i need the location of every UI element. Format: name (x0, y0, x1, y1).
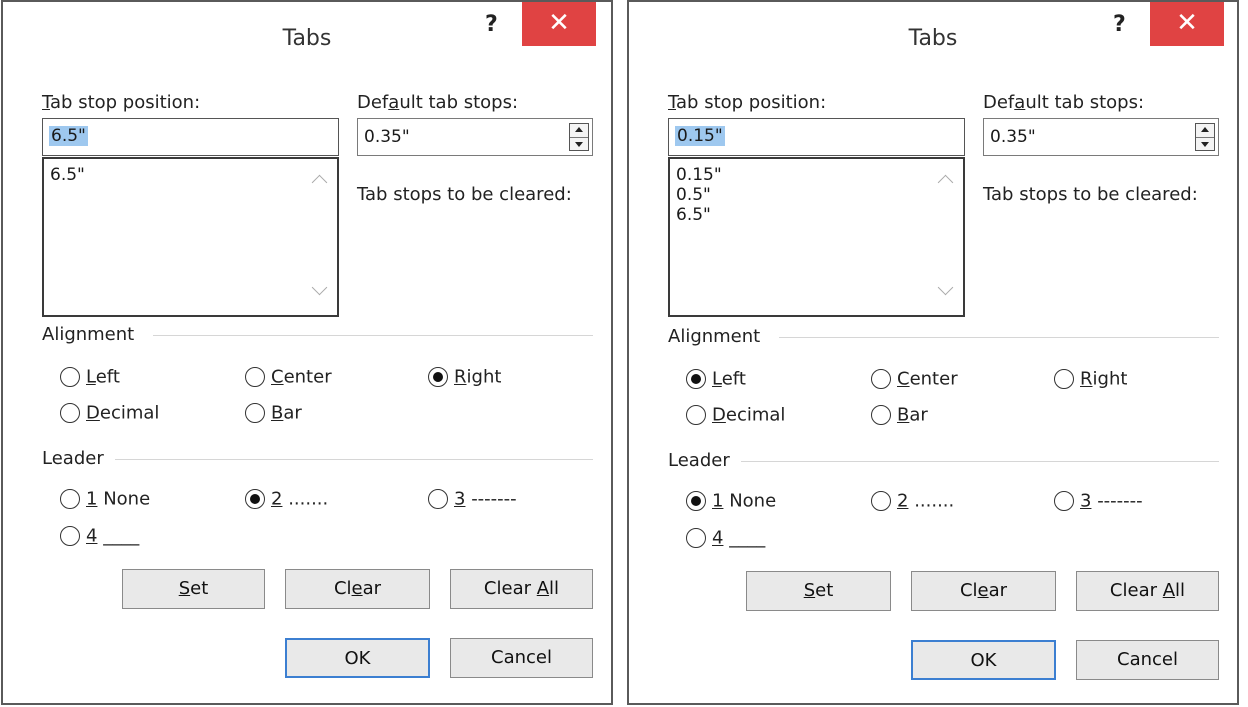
spinner-up-icon[interactable] (570, 124, 588, 138)
scroll-up-icon[interactable] (311, 174, 328, 191)
clear-button[interactable]: Clear (285, 569, 430, 609)
ok-button[interactable]: OK (911, 640, 1056, 680)
default-tab-stops-spinner[interactable]: 0.35" (357, 118, 593, 156)
radio-selected-icon (686, 369, 706, 389)
section-divider (153, 335, 593, 336)
help-icon[interactable]: ? (485, 12, 498, 37)
tab-stop-list[interactable]: 6.5" (42, 157, 339, 317)
radio-circle-icon (245, 403, 265, 423)
leader-3-radio[interactable]: 3 ------- (428, 488, 517, 512)
radio-circle-icon (60, 367, 80, 387)
radio-circle-icon (686, 528, 706, 548)
alignment-decimal-radio[interactable]: Decimal (686, 404, 785, 428)
radio-circle-icon (428, 489, 448, 509)
scroll-down-icon[interactable] (937, 279, 954, 296)
close-button[interactable]: ✕ (1150, 2, 1224, 46)
selected-text: 0.15" (675, 126, 725, 146)
set-button[interactable]: Set (746, 571, 891, 611)
section-divider (115, 459, 593, 460)
cancel-button[interactable]: Cancel (1076, 640, 1219, 680)
set-button[interactable]: Set (122, 569, 265, 609)
alignment-heading: Alignment (42, 324, 135, 345)
radio-circle-icon (1054, 491, 1074, 511)
radio-circle-icon (60, 489, 80, 509)
clear-button[interactable]: Clear (911, 571, 1056, 611)
leader-1-radio[interactable]: 1 None (686, 490, 776, 514)
list-item[interactable]: 6.5" (50, 165, 85, 185)
leader-4-radio[interactable]: 4 ____ (60, 525, 139, 549)
alignment-left-radio[interactable]: Left (686, 368, 746, 392)
radio-selected-icon (428, 367, 448, 387)
leader-2-radio[interactable]: 2 ....... (871, 490, 954, 514)
scroll-down-icon[interactable] (311, 279, 328, 296)
help-icon[interactable]: ? (1113, 12, 1126, 37)
radio-circle-icon (871, 491, 891, 511)
radio-circle-icon (1054, 369, 1074, 389)
dialog-title: Tabs (908, 26, 958, 51)
leader-1-radio[interactable]: 1 None (60, 488, 150, 512)
leader-4-radio[interactable]: 4 ____ (686, 527, 765, 551)
ok-button[interactable]: OK (285, 638, 430, 678)
spinner-buttons (1195, 123, 1215, 151)
spinner-down-icon[interactable] (570, 138, 588, 151)
clear-all-button[interactable]: Clear All (450, 569, 593, 609)
section-divider (779, 337, 1219, 338)
radio-selected-icon (686, 491, 706, 511)
default-tab-stops-label: Default tab stops: (983, 92, 1145, 113)
tab-stops-cleared-label: Tab stops to be cleared: (357, 184, 572, 205)
tab-stop-position-input[interactable]: 6.5" (42, 118, 339, 156)
default-tab-stops-spinner[interactable]: 0.35" (983, 118, 1219, 156)
scroll-up-icon[interactable] (937, 174, 954, 191)
radio-circle-icon (60, 403, 80, 423)
leader-heading: Leader (42, 448, 104, 469)
tabs-dialog-left: Tabs ? ✕ Tab stop position: Default tab … (1, 0, 613, 705)
alignment-right-radio[interactable]: Right (1054, 368, 1127, 392)
tab-stop-position-label: Tab stop position: (668, 92, 827, 113)
leader-3-radio[interactable]: 3 ------- (1054, 490, 1143, 514)
alignment-center-radio[interactable]: Center (245, 366, 332, 390)
section-divider (741, 461, 1219, 462)
alignment-left-radio[interactable]: Left (60, 366, 120, 390)
radio-circle-icon (686, 405, 706, 425)
tab-stop-position-label: Tab stop position: (42, 92, 201, 113)
radio-circle-icon (871, 369, 891, 389)
radio-circle-icon (60, 526, 80, 546)
list-item[interactable]: 0.15" 0.5" 6.5" (676, 165, 722, 225)
tab-stop-position-input[interactable]: 0.15" (668, 118, 965, 156)
cancel-button[interactable]: Cancel (450, 638, 593, 678)
alignment-bar-radio[interactable]: Bar (245, 402, 302, 426)
spinner-down-icon[interactable] (1196, 138, 1214, 151)
alignment-decimal-radio[interactable]: Decimal (60, 402, 159, 426)
tab-stop-list[interactable]: 0.15" 0.5" 6.5" (668, 157, 965, 317)
radio-circle-icon (245, 367, 265, 387)
close-button[interactable]: ✕ (522, 2, 596, 46)
selected-text: 6.5" (49, 126, 88, 146)
spinner-buttons (569, 123, 589, 151)
leader-2-radio[interactable]: 2 ....... (245, 488, 328, 512)
alignment-right-radio[interactable]: Right (428, 366, 501, 390)
alignment-bar-radio[interactable]: Bar (871, 404, 928, 428)
radio-selected-icon (245, 489, 265, 509)
default-tab-stops-value: 0.35" (364, 127, 410, 147)
alignment-center-radio[interactable]: Center (871, 368, 958, 392)
tabs-dialog-right: Tabs ? ✕ Tab stop position: Default tab … (627, 0, 1239, 705)
dialog-title: Tabs (282, 26, 332, 51)
alignment-heading: Alignment (668, 326, 761, 347)
default-tab-stops-value: 0.35" (990, 127, 1036, 147)
tab-stops-cleared-label: Tab stops to be cleared: (983, 184, 1198, 205)
leader-heading: Leader (668, 450, 730, 471)
default-tab-stops-label: Default tab stops: (357, 92, 519, 113)
clear-all-button[interactable]: Clear All (1076, 571, 1219, 611)
spinner-up-icon[interactable] (1196, 124, 1214, 138)
radio-circle-icon (871, 405, 891, 425)
